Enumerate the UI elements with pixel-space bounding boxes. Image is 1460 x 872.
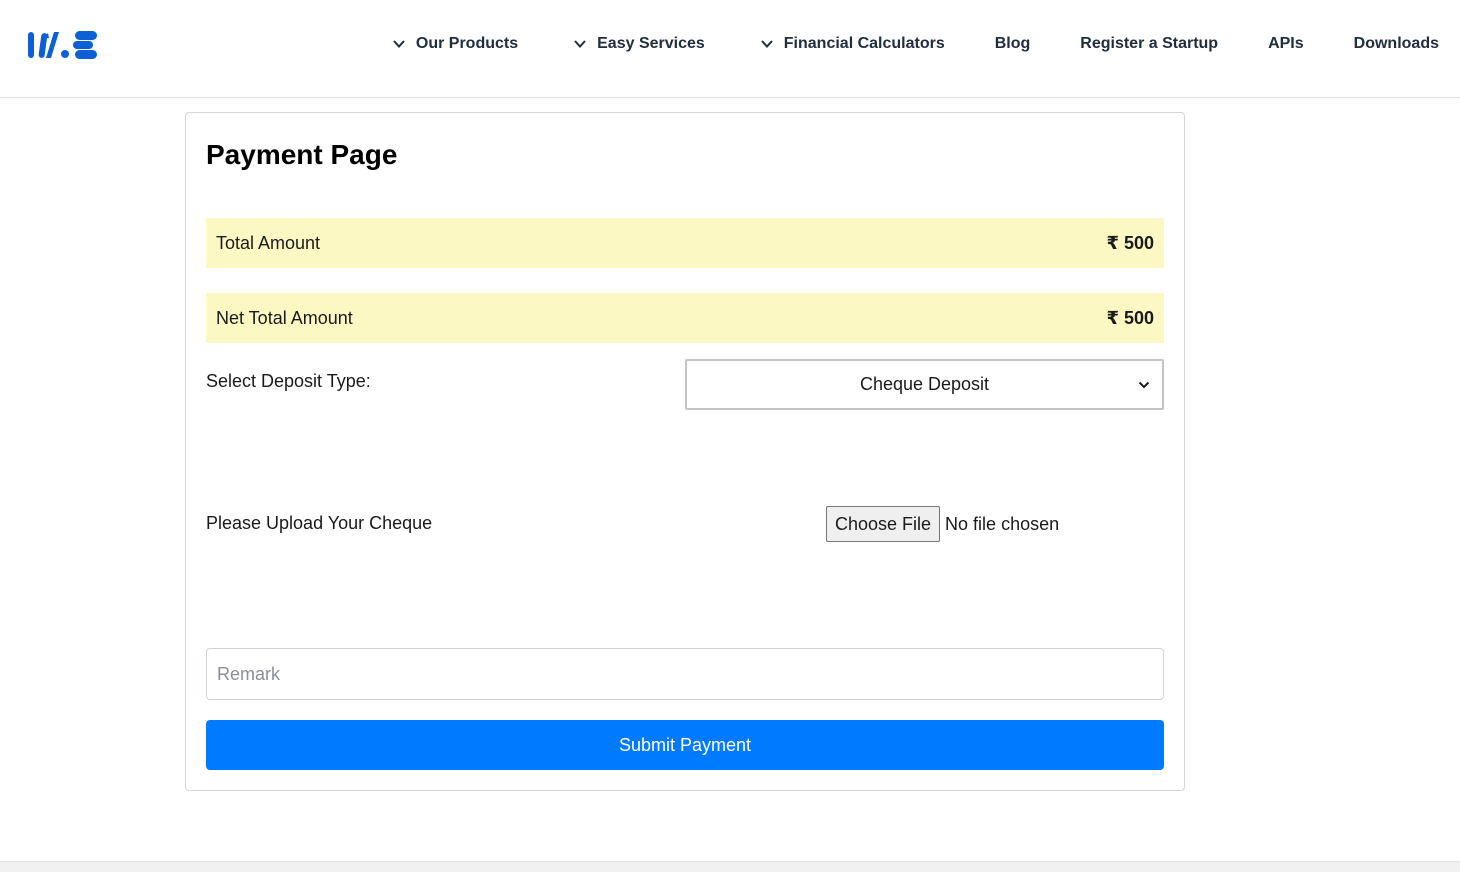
- net-total-amount-row: Net Total Amount ₹ 500: [206, 293, 1164, 343]
- net-total-amount-label: Net Total Amount: [216, 307, 353, 328]
- nav-financial-calculators[interactable]: Financial Calculators: [760, 35, 945, 53]
- nav-label: Our Products: [415, 35, 519, 52]
- chevron-down-icon: [761, 40, 773, 48]
- main-nav: Our Products Easy Services Financial Cal…: [392, 0, 1439, 88]
- chevron-down-icon: [1138, 381, 1150, 389]
- nav-label: Financial Calculators: [783, 35, 945, 52]
- upload-cheque-label: Please Upload Your Cheque: [206, 513, 433, 533]
- nav-register-startup[interactable]: Register a Startup: [1080, 35, 1218, 53]
- file-status-text: No file chosen: [945, 513, 1060, 534]
- deposit-type-label: Select Deposit Type:: [206, 371, 371, 391]
- choose-file-button[interactable]: Choose File: [826, 506, 941, 542]
- nav-label: APIs: [1268, 35, 1304, 52]
- nav-label: Easy Services: [597, 35, 705, 52]
- total-amount-label: Total Amount: [216, 232, 321, 253]
- total-amount-value: ₹ 500: [1106, 232, 1154, 253]
- remark-input[interactable]: [206, 648, 1164, 700]
- deposit-type-selected: Cheque Deposit: [859, 374, 990, 394]
- nav-our-products[interactable]: Our Products: [392, 35, 518, 53]
- net-total-amount-value: ₹ 500: [1106, 307, 1154, 328]
- site-header: Our Products Easy Services Financial Cal…: [0, 0, 1460, 98]
- footer-edge: [0, 861, 1460, 872]
- payment-card: Payment Page Total Amount ₹ 500 Net Tota…: [185, 112, 1185, 791]
- file-input: Choose File No file chosen: [826, 506, 1059, 542]
- nav-label: Downloads: [1353, 35, 1439, 52]
- nav-apis[interactable]: APIs: [1268, 35, 1304, 53]
- nav-easy-services[interactable]: Easy Services: [573, 35, 705, 53]
- chevron-down-icon: [574, 40, 586, 48]
- chevron-down-icon: [393, 40, 405, 48]
- total-amount-row: Total Amount ₹ 500: [206, 218, 1164, 268]
- nav-label: Blog: [994, 35, 1031, 52]
- nav-blog[interactable]: Blog: [995, 35, 1031, 53]
- page-title: Payment Page: [206, 139, 398, 170]
- deposit-type-select[interactable]: Cheque Deposit: [685, 359, 1164, 410]
- submit-payment-button[interactable]: Submit Payment: [206, 720, 1164, 770]
- nav-label: Register a Startup: [1080, 35, 1219, 52]
- brand-logo-icon[interactable]: [27, 29, 99, 61]
- nav-downloads[interactable]: Downloads: [1354, 35, 1439, 53]
